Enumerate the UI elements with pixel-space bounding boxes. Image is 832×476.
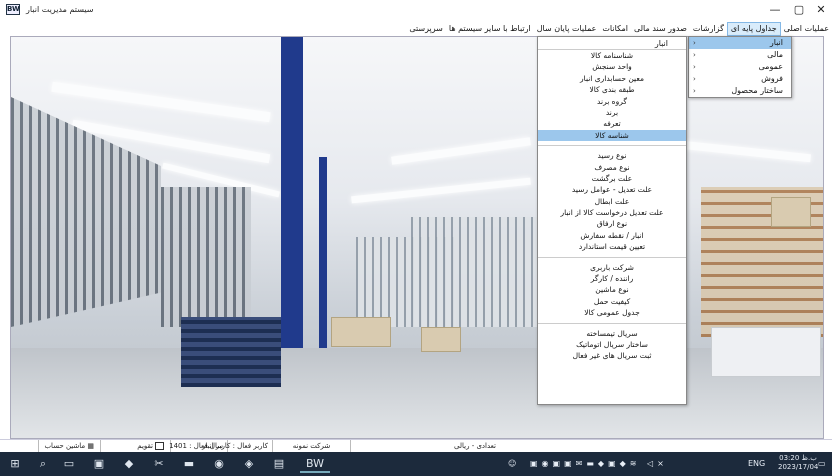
currency-status: تعدادی - ریالی: [350, 440, 500, 452]
dropdown-item[interactable]: جدول عمومی کالا: [538, 307, 686, 318]
start-menu-icon[interactable]: ⊞: [6, 455, 24, 473]
menu-item-3[interactable]: صدور سند مالی: [631, 22, 690, 36]
user-status: کاربر فعال : کاربر انبار: [202, 440, 272, 452]
teams-icon[interactable]: ▣: [90, 455, 108, 473]
language-indicator[interactable]: ENG: [748, 456, 776, 472]
submenu-item-3[interactable]: فروش ‹: [689, 73, 791, 85]
submenu-item-label: مالی: [767, 50, 783, 59]
calculator-icon: ▦: [85, 442, 94, 450]
chevron-left-icon: ‹: [693, 51, 696, 59]
window-title: سیستم مدیریت انبار: [26, 5, 94, 14]
clock-date: 2023/17/04: [778, 463, 819, 471]
submenu-item-4[interactable]: ساختار محصول ‹: [689, 85, 791, 97]
clock[interactable]: 03:20 ب.ظ 2023/17/04: [778, 454, 819, 471]
notification-icon[interactable]: ▭: [818, 456, 830, 472]
search-icon[interactable]: ⌕: [34, 455, 52, 473]
dropdown-item[interactable]: علت تعدیل - عوامل رسید: [538, 184, 686, 195]
app-icon-3[interactable]: ▤: [270, 455, 288, 473]
minimize-button[interactable]: —: [764, 2, 786, 18]
dropdown-item[interactable]: ساختار سریال اتوماتیک: [538, 339, 686, 350]
dropdown-item[interactable]: نوع ماشین: [538, 284, 686, 295]
title-bar: BW سیستم مدیریت انبار — ▢ ✕: [0, 0, 832, 22]
dropdown-item[interactable]: علت تعدیل درخواست کالا از انبار: [538, 207, 686, 218]
menu-item-2[interactable]: گزارشات: [690, 22, 727, 36]
dropdown-item[interactable]: برند: [538, 107, 686, 118]
dropdown-item[interactable]: واحد سنجش: [538, 61, 686, 72]
dropdown-header: انبار: [538, 37, 686, 50]
submenu-item-2[interactable]: عمومی ‹: [689, 61, 791, 73]
calculator-button[interactable]: ▦ ماشین حساب: [38, 440, 98, 452]
dropdown-item[interactable]: تعرفه: [538, 118, 686, 129]
close-button[interactable]: ✕: [810, 2, 832, 18]
calendar-icon: [155, 442, 164, 450]
dropdown-item[interactable]: شناسه کالا: [538, 129, 686, 142]
menu-item-6[interactable]: ارتباط با سایر سیستم ها: [446, 22, 534, 36]
tools-icon[interactable]: ✂: [150, 455, 168, 473]
app-logo-icon: BW: [6, 4, 20, 15]
calendar-label: تقویم: [137, 442, 153, 450]
dropdown-item[interactable]: شناسنامه کالا: [538, 50, 686, 61]
menu-item-5[interactable]: عملیات پایان سال: [534, 22, 600, 36]
dropdown-item[interactable]: نوع رسید: [538, 150, 686, 161]
task-view-icon[interactable]: ▭: [60, 455, 78, 473]
chevron-left-icon: ‹: [693, 39, 696, 47]
submenu-item-0[interactable]: انبار ‹: [689, 37, 791, 49]
people-icon[interactable]: ☺: [508, 456, 520, 472]
maximize-button[interactable]: ▢: [788, 2, 810, 18]
company-status: شرکت نمونه: [272, 440, 350, 452]
submenu-item-label: انبار: [769, 38, 783, 47]
menu-item-4[interactable]: امکانات: [599, 22, 631, 36]
tray-icons[interactable]: ▣◉▣▣✉▬◆▣◆≋ ◁×: [530, 456, 730, 472]
windows-taskbar: ⊞ ⌕ ▭ ▣ ◆ ✂ ▬ ◉ ◈ ▤ BW ☺ ▣◉▣▣✉▬◆▣◆≋ ◁× E…: [0, 452, 832, 476]
dropdown-item[interactable]: گروه برند: [538, 96, 686, 107]
calculator-label: ماشین حساب: [44, 442, 86, 450]
bw-taskbar-button[interactable]: BW: [300, 455, 330, 473]
submenu-item-label: فروش: [761, 74, 783, 83]
menu-item-0[interactable]: عملیات اصلی: [781, 22, 832, 36]
status-bar: تعدادی - ریالی شرکت نمونه کاربر فعال : ک…: [0, 439, 832, 452]
warehouse-dropdown-menu: انبار شناسنامه کالا واحد سنجش معین حسابدار…: [537, 36, 687, 405]
dropdown-item[interactable]: معین حسابداری انبار: [538, 73, 686, 84]
clock-time: 03:20 ب.ظ: [779, 454, 817, 462]
dropdown-item[interactable]: ثبت سریال های غیر فعال: [538, 350, 686, 361]
chevron-left-icon: ‹: [693, 75, 696, 83]
chevron-left-icon: ‹: [693, 63, 696, 71]
dropdown-item[interactable]: شرکت باربری: [538, 262, 686, 273]
dropdown-item[interactable]: کیفیت حمل: [538, 296, 686, 307]
file-explorer-icon[interactable]: ▬: [180, 455, 198, 473]
year-status: سال فعال : 1401: [169, 440, 227, 452]
app-icon-1[interactable]: ◆: [120, 455, 138, 473]
dropdown-item[interactable]: راننده / کارگر: [538, 273, 686, 284]
dropdown-item[interactable]: علت ابطال: [538, 196, 686, 207]
menu-item-7[interactable]: سرپرستی: [406, 22, 446, 36]
submenu-item-label: عمومی: [758, 62, 783, 71]
submenu-item-label: ساختار محصول: [731, 86, 783, 95]
chevron-left-icon: ‹: [693, 87, 696, 95]
menu-item-1[interactable]: جداول پایه ای: [726, 22, 781, 36]
dropdown-item[interactable]: نوع مصرف: [538, 162, 686, 173]
dropdown-item[interactable]: انبار / نقطه سفارش: [538, 230, 686, 241]
calendar-button[interactable]: تقویم: [100, 440, 168, 452]
dropdown-item[interactable]: طبقه بندی کالا: [538, 84, 686, 95]
app-icon-2[interactable]: ◈: [240, 455, 258, 473]
dropdown-item[interactable]: نوع ارفاق: [538, 218, 686, 229]
chrome-icon[interactable]: ◉: [210, 455, 228, 473]
dropdown-item[interactable]: سریال تیمساخته: [538, 328, 686, 339]
dropdown-item[interactable]: تعیین قیمت استاندارد: [538, 241, 686, 252]
base-tables-submenu: انبار ‹ مالی ‹ عمومی ‹ فروش ‹ ساختار محصول ‹: [688, 36, 792, 98]
submenu-item-1[interactable]: مالی ‹: [689, 49, 791, 61]
dropdown-item[interactable]: علت برگشت: [538, 173, 686, 184]
menu-bar: عملیات اصلیجداول پایه ایگزارشاتصدور سند …: [0, 22, 832, 36]
